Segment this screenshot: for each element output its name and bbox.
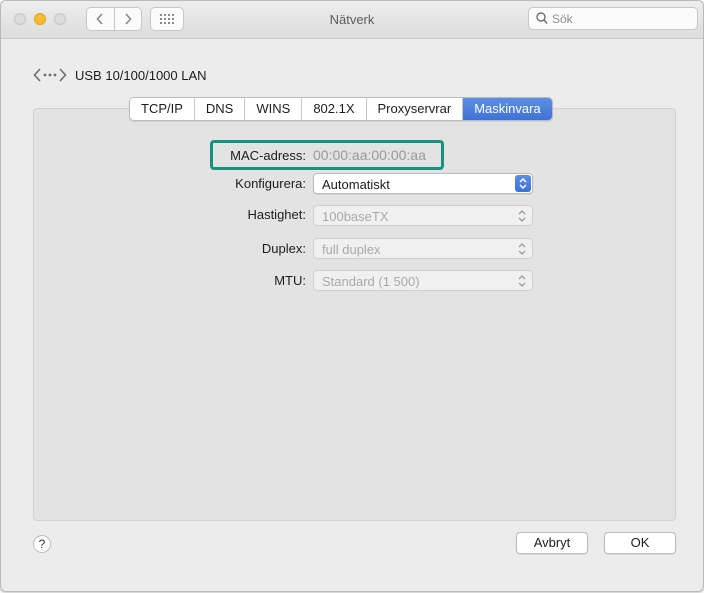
up-down-chevron-icon xyxy=(518,210,526,222)
tab-dns[interactable]: DNS xyxy=(195,98,246,120)
configure-label: Konfigurera: xyxy=(235,176,306,191)
up-down-chevron-icon xyxy=(518,243,526,255)
duplex-label: Duplex: xyxy=(261,241,306,256)
duplex-value: full duplex xyxy=(322,242,381,257)
mtu-popup[interactable]: Standard (1 500) xyxy=(313,270,533,291)
duplex-popup[interactable]: full duplex xyxy=(313,238,533,259)
tab-wins[interactable]: WINS xyxy=(245,98,303,120)
mac-address-label: MAC-adress: xyxy=(230,148,306,163)
up-down-chevron-icon xyxy=(519,177,527,190)
tab-hardware[interactable]: Maskinvara xyxy=(463,98,552,120)
speed-popup[interactable]: 100baseTX xyxy=(313,205,533,226)
search-placeholder: Sök xyxy=(552,12,573,26)
network-preferences-window: Nätverk Sök USB 10/100/1000 LAN TCP/IP D… xyxy=(0,0,704,592)
configure-value: Automatiskt xyxy=(322,177,390,192)
ethernet-icon xyxy=(33,68,67,82)
device-name: USB 10/100/1000 LAN xyxy=(75,67,207,83)
help-button[interactable]: ? xyxy=(33,535,51,553)
cancel-button[interactable]: Avbryt xyxy=(516,532,588,554)
popup-stepper xyxy=(515,175,531,192)
configure-popup[interactable]: Automatiskt xyxy=(313,173,533,194)
search-input[interactable]: Sök xyxy=(528,7,698,30)
tab-8021x[interactable]: 802.1X xyxy=(302,98,367,120)
mac-address-value: 00:00:aa:00:00:aa xyxy=(313,147,426,163)
tab-bar: TCP/IP DNS WINS 802.1X Proxyservrar Mask… xyxy=(129,97,553,121)
mtu-value: Standard (1 500) xyxy=(322,274,420,289)
tab-tcpip[interactable]: TCP/IP xyxy=(130,98,195,120)
ok-button[interactable]: OK xyxy=(604,532,676,554)
tab-proxies[interactable]: Proxyservrar xyxy=(367,98,464,120)
up-down-chevron-icon xyxy=(518,275,526,287)
mtu-label: MTU: xyxy=(274,273,306,288)
speed-label: Hastighet: xyxy=(247,207,306,222)
search-icon xyxy=(536,12,548,24)
title-bar: Nätverk Sök xyxy=(1,1,703,39)
speed-value: 100baseTX xyxy=(322,209,389,224)
device-header: USB 10/100/1000 LAN xyxy=(33,65,207,85)
